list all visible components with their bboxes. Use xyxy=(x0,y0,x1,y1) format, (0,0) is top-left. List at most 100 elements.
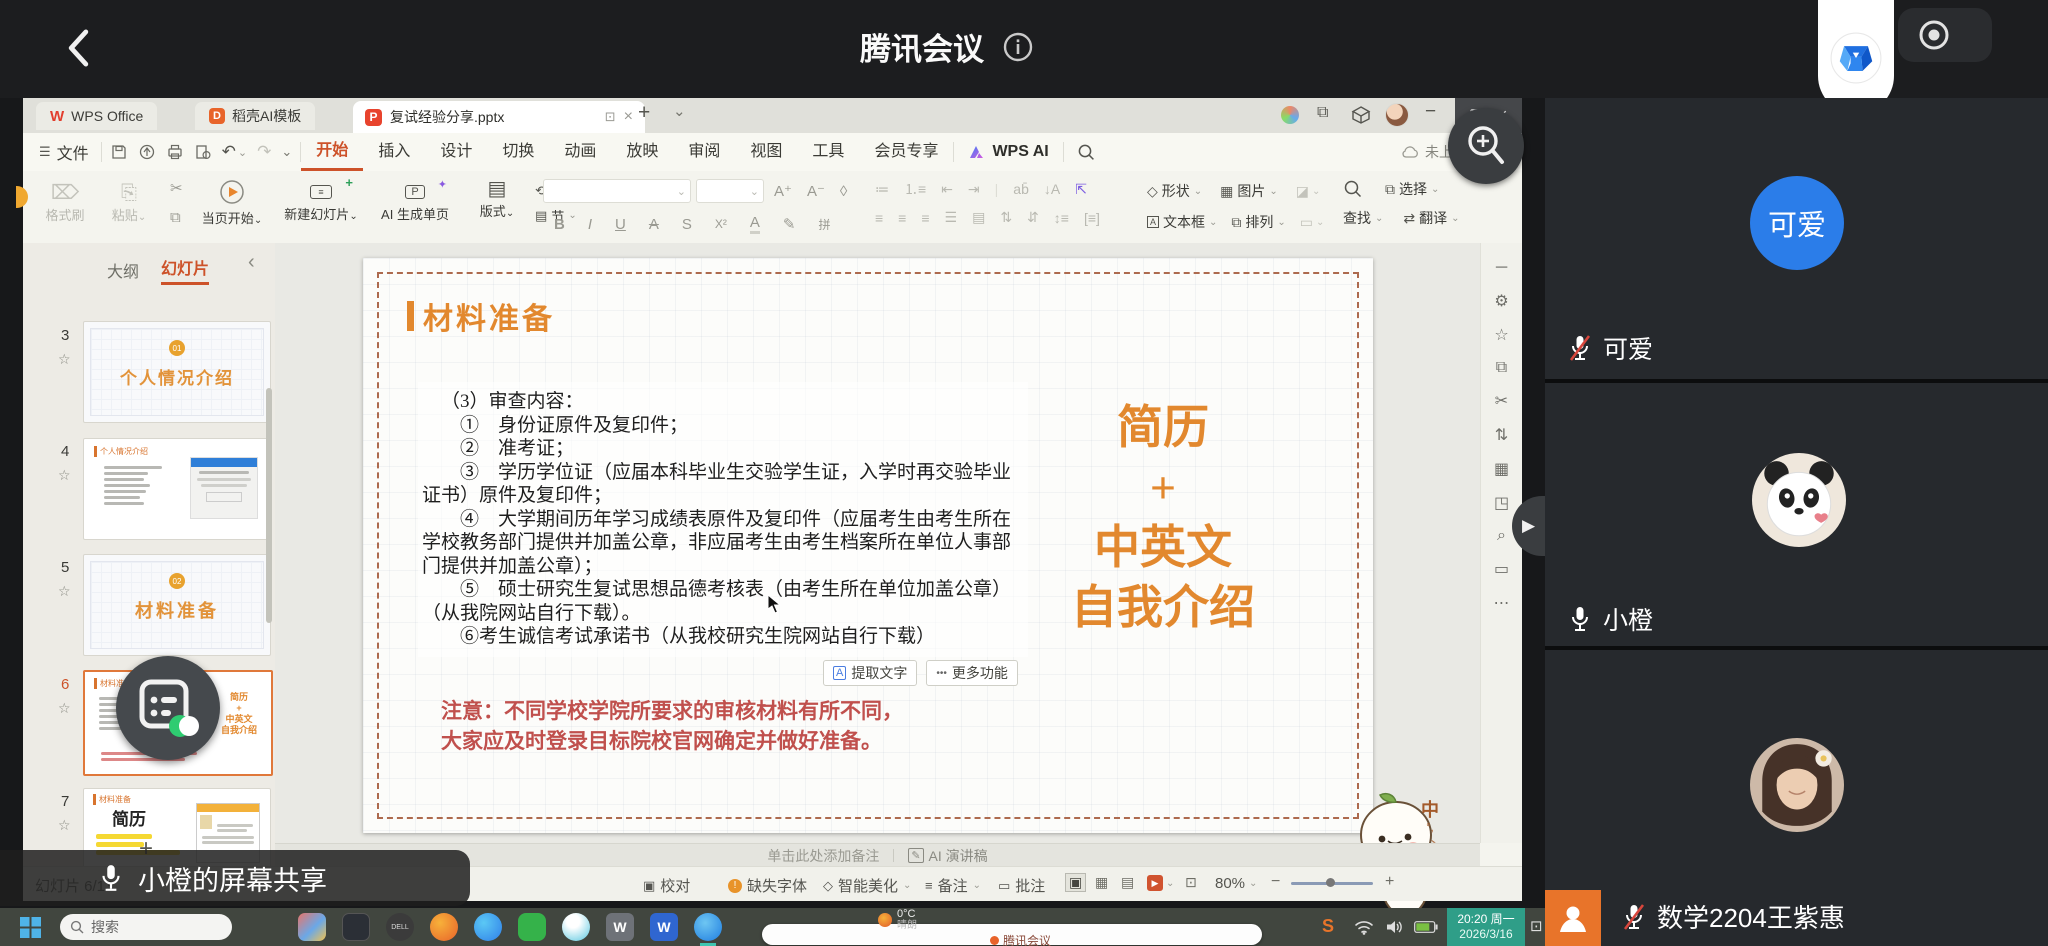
participant-tile-1[interactable]: 可爱 可爱 xyxy=(1545,98,2048,379)
shadow-icon[interactable]: S xyxy=(682,216,692,233)
tray-wifi-icon[interactable] xyxy=(1354,919,1374,935)
taskbar-app-wechat-icon[interactable] xyxy=(518,913,546,941)
phonetic-icon[interactable]: 拼 xyxy=(818,216,830,233)
cube-icon[interactable] xyxy=(1351,105,1371,125)
proofread-button[interactable]: ▣校对 xyxy=(643,875,690,896)
tab-docer-template[interactable]: D 稻壳AI模板 xyxy=(195,102,315,130)
taskbar-search[interactable]: 搜索 xyxy=(60,914,232,940)
menu-tab-design[interactable]: 设计 xyxy=(425,133,487,171)
col-spacing-icon[interactable]: ⇵ xyxy=(1027,209,1039,226)
grid-icon[interactable]: ▦ xyxy=(1494,459,1509,479)
slide-star-icon[interactable]: ☆ xyxy=(58,700,71,717)
beautify-button[interactable]: ◇智能美化⌄ xyxy=(823,875,911,896)
textbox-button[interactable]: A文本框⌄ xyxy=(1147,212,1217,232)
paste-button[interactable]: ⎘粘贴⌄ xyxy=(101,181,157,224)
quickbar-dropdown-icon[interactable]: ⌄ xyxy=(281,144,292,160)
slide-star-icon[interactable]: ☆ xyxy=(58,817,71,834)
zoom-level[interactable]: 80% xyxy=(1215,875,1245,892)
clear-format-icon[interactable]: ◊ xyxy=(840,183,847,200)
underline-icon[interactable]: U xyxy=(615,216,626,233)
print-icon[interactable] xyxy=(166,143,184,161)
save-icon[interactable] xyxy=(110,143,128,161)
view-normal-icon[interactable]: ▣ xyxy=(1065,873,1086,892)
highlight-icon[interactable]: ✎ xyxy=(783,215,796,233)
decrease-font-icon[interactable]: A⁻ xyxy=(807,182,825,200)
zoom-in-icon[interactable]: + xyxy=(1385,873,1394,891)
justify-icon[interactable]: ☰ xyxy=(945,209,958,226)
record-button[interactable] xyxy=(1898,8,1992,62)
italic-icon[interactable]: I xyxy=(588,216,592,233)
tray-battery-icon[interactable] xyxy=(1414,921,1438,933)
menu-tab-home[interactable]: 开始 xyxy=(301,133,363,171)
export-icon[interactable] xyxy=(138,143,156,161)
tab-close-icon[interactable]: × xyxy=(624,108,633,126)
meeting-zoom-button[interactable] xyxy=(1448,108,1524,184)
taskbar-weather[interactable]: 0°C 晴朗 xyxy=(878,908,917,932)
font-size-select[interactable]: ⌄ xyxy=(696,179,764,203)
wps-ai-menu[interactable]: WPS AI xyxy=(954,143,1062,161)
snapshot-icon[interactable]: ◳ xyxy=(1494,493,1509,513)
undo-dropdown-icon[interactable]: ⌄ xyxy=(238,146,247,159)
taskbar-app-qq-icon[interactable] xyxy=(562,913,590,941)
fill-button[interactable]: ◪⌄ xyxy=(1296,183,1321,200)
increase-font-icon[interactable]: A⁺ xyxy=(774,182,792,200)
taskbar-app-edge-icon[interactable] xyxy=(474,913,502,941)
tab-wps-office[interactable]: W WPS Office xyxy=(36,102,157,130)
notes-placeholder[interactable]: 单击此处添加备注 xyxy=(767,846,879,866)
find-button[interactable]: 查找⌄ xyxy=(1343,208,1383,228)
bold-icon[interactable]: B xyxy=(554,216,565,233)
slide-star-icon[interactable]: ☆ xyxy=(58,467,71,484)
notes-button[interactable]: ≡备注⌄ xyxy=(925,875,981,896)
font-family-select[interactable]: ⌄ xyxy=(543,179,691,203)
increase-indent-icon[interactable]: ⇥ xyxy=(968,181,980,198)
star-panel-icon[interactable]: ☆ xyxy=(1494,325,1508,345)
share-control-widget[interactable] xyxy=(116,656,220,760)
menu-tab-tools[interactable]: 工具 xyxy=(797,133,859,171)
tray-volume-icon[interactable] xyxy=(1386,919,1404,935)
format-painter-button[interactable]: ⌦格式刷 xyxy=(37,181,93,224)
taskbar-app-browser-icon[interactable] xyxy=(430,913,458,941)
panel-collapse-icon[interactable]: ─ xyxy=(1496,259,1507,277)
select-button[interactable]: ⧉选择⌄ xyxy=(1385,179,1439,199)
minimize-icon[interactable]: − xyxy=(1425,101,1436,123)
outline-tab[interactable]: 大纲 xyxy=(107,258,139,282)
menu-search-icon[interactable] xyxy=(1077,143,1096,162)
zoom-panel-icon[interactable]: ⌕ xyxy=(1497,527,1506,545)
distribute-icon[interactable]: ▤ xyxy=(972,209,985,226)
text-direction-icon[interactable]: ↓A xyxy=(1044,181,1060,197)
slides-tab[interactable]: 幻灯片 xyxy=(161,255,209,285)
file-menu[interactable]: ☰ 文件 xyxy=(23,140,101,164)
slide-star-icon[interactable]: ☆ xyxy=(58,583,71,600)
extract-text-button[interactable]: A 提取文字 xyxy=(823,660,917,686)
row-spacing-icon[interactable]: ⇅ xyxy=(1000,209,1012,226)
info-icon[interactable] xyxy=(1002,31,1034,63)
crop-icon[interactable]: ✂ xyxy=(1495,391,1508,411)
comment-panel-icon[interactable]: ▭ xyxy=(1494,559,1509,579)
picture-button[interactable]: ▦图片⌄ xyxy=(1220,181,1278,201)
cut-icon[interactable]: ✂ xyxy=(170,179,183,197)
menu-tab-member[interactable]: 会员专享 xyxy=(859,133,953,171)
decrease-indent-icon[interactable]: ⇤ xyxy=(941,181,953,198)
missing-font-button[interactable]: ! 缺失字体 xyxy=(728,875,807,896)
slideshow-play-icon[interactable]: ▶ xyxy=(1147,875,1163,891)
swap-icon[interactable]: ⇅ xyxy=(1495,425,1508,445)
slide-star-icon[interactable]: ☆ xyxy=(58,351,71,368)
zoom-out-icon[interactable]: − xyxy=(1271,873,1280,891)
slide-canvas[interactable]: 材料准备 （3）审查内容： ① 身份证原件及复印件； ② 准考证； ③ 学历学位… xyxy=(363,258,1373,833)
menu-tab-view[interactable]: 视图 xyxy=(735,133,797,171)
char-spacing-icon[interactable]: ab̄ xyxy=(1013,181,1029,197)
collapse-panel-icon[interactable]: ‹ xyxy=(248,251,255,274)
taskbar-app-meeting-icon[interactable] xyxy=(694,913,722,941)
theme-color-icon[interactable] xyxy=(1281,106,1299,124)
workspace-icon[interactable]: ⧉ xyxy=(1317,104,1328,122)
more-features-button[interactable]: ••• 更多功能 xyxy=(926,660,1018,686)
tab-current-file[interactable]: P 复试经验分享.pptx ⊡ × xyxy=(353,101,645,133)
new-slide-button[interactable]: ≡+ 新建幻灯片⌄ xyxy=(281,177,361,223)
comments-button[interactable]: ▭批注 xyxy=(998,875,1045,896)
menu-tab-review[interactable]: 审阅 xyxy=(673,133,735,171)
taskbar-app-dell-icon[interactable]: DELL xyxy=(386,913,414,941)
ai-speech-button[interactable]: ✎ AI 演讲稿 xyxy=(908,846,987,866)
thumbnail-scrollbar[interactable] xyxy=(266,388,272,623)
new-tab-button[interactable]: + xyxy=(638,101,650,125)
layout-button[interactable]: ▤版式⌄ xyxy=(469,177,525,220)
